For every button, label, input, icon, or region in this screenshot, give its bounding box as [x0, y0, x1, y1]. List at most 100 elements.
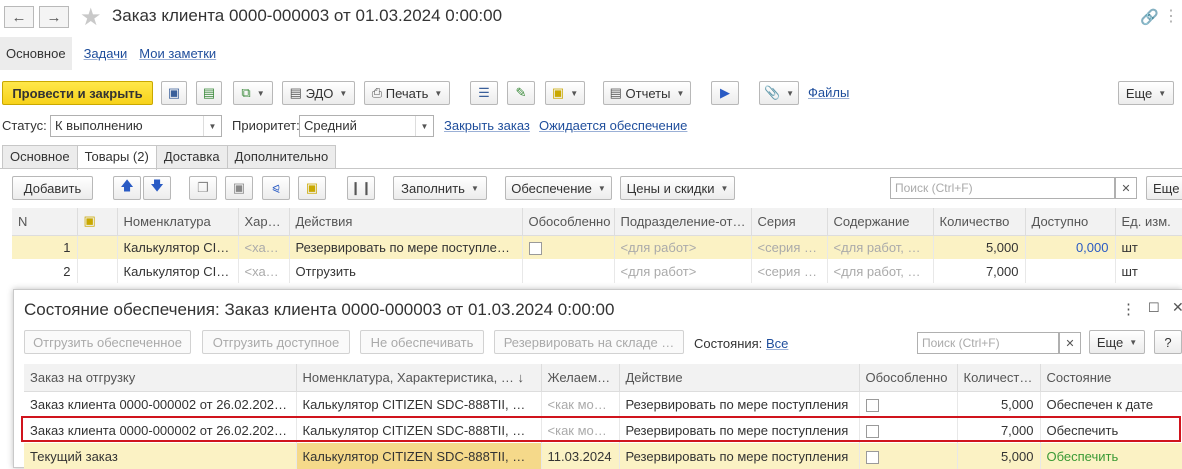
separate-checkbox[interactable] [865, 450, 879, 464]
clear-search-button[interactable]: ✕ [1115, 177, 1137, 199]
row-action[interactable]: Резервировать по мере поступления [619, 443, 860, 469]
send-button[interactable]: ▶ [711, 81, 739, 105]
col-qty[interactable]: Количество [933, 208, 1026, 236]
more-button[interactable]: Еще ▼ [1118, 81, 1174, 105]
row-item[interactable]: Калькулятор CITIZEN SDC-888TII, ш… [296, 443, 542, 469]
row-action[interactable]: Резервировать по мере поступления [289, 235, 523, 259]
forward-button[interactable]: → [39, 6, 69, 28]
col-order[interactable]: Заказ на отгрузку [24, 364, 297, 392]
row-action[interactable]: Отгрузить [289, 259, 523, 283]
col-n[interactable]: N [12, 208, 78, 236]
separate-checkbox[interactable] [865, 424, 879, 438]
tasks-button[interactable]: ▣ ▼ [545, 81, 585, 105]
row-unit[interactable]: шт [1115, 259, 1182, 283]
col-char[interactable]: Хар… [238, 208, 290, 236]
states-all-link[interactable]: Все [766, 336, 788, 351]
chevron-down-icon[interactable]: ▼ [203, 116, 221, 136]
structure-button[interactable]: ☰ [470, 81, 498, 105]
priority-select[interactable]: Средний ▼ [299, 115, 434, 137]
row-qty[interactable]: 7,000 [957, 417, 1041, 443]
col-item[interactable]: Номенклатура, Характеристика, … ↓ [296, 364, 542, 392]
more-vertical-icon[interactable]: ⋮ [1163, 6, 1179, 26]
col-icon[interactable]: ▣ [77, 208, 118, 236]
col-qty[interactable]: Количест… [957, 364, 1041, 392]
col-series[interactable]: Серия [751, 208, 828, 236]
row-date[interactable]: <как мо… [541, 391, 620, 417]
tab-main[interactable]: Основное [2, 145, 78, 169]
post-and-close-button[interactable]: Провести и закрыть [2, 81, 153, 105]
row-qty[interactable]: 7,000 [933, 259, 1026, 283]
no-supply-button[interactable]: Не обеспечивать [360, 330, 484, 354]
row-series[interactable]: <серия … [751, 235, 828, 259]
edo-button[interactable]: ▤ ЭДО ▼ [282, 81, 355, 105]
separate-checkbox[interactable] [528, 241, 542, 255]
clear-supply-search-button[interactable]: ✕ [1059, 332, 1081, 354]
move-down-button[interactable]: 🡇 [143, 176, 171, 200]
table-row[interactable]: Текущий заказ Калькулятор CITIZEN SDC-88… [24, 443, 1182, 469]
row-char[interactable]: <ха… [238, 235, 290, 259]
col-unit[interactable]: Ед. изм. [1115, 208, 1182, 236]
prices-discounts-button[interactable]: Цены и скидки ▼ [620, 176, 735, 200]
col-separate[interactable]: Обособленно [859, 364, 958, 392]
pick-button[interactable]: ▣ [298, 176, 326, 200]
row-item[interactable]: Калькулятор CI… [117, 259, 239, 283]
col-action[interactable]: Действие [619, 364, 860, 392]
row-state[interactable]: Обеспечить [1040, 417, 1182, 443]
split-button[interactable]: ⪨ [262, 176, 290, 200]
supply-button[interactable]: Обеспечение ▼ [505, 176, 612, 200]
row-state[interactable]: Обеспечить [1040, 443, 1182, 469]
col-date[interactable]: Желаем… [541, 364, 620, 392]
chevron-down-icon[interactable]: ▼ [415, 116, 433, 136]
ship-provided-button[interactable]: Отгрузить обеспеченное [24, 330, 191, 354]
col-item[interactable]: Номенклатура [117, 208, 239, 236]
row-content[interactable]: <для работ, … [827, 235, 934, 259]
row-date[interactable]: <как мо… [541, 417, 620, 443]
row-date[interactable]: 11.03.2024 [541, 443, 620, 469]
row-series[interactable]: <серия … [751, 259, 828, 283]
row-qty[interactable]: 5,000 [957, 443, 1041, 469]
attach-button[interactable]: 📎 ▼ [759, 81, 799, 105]
row-separate[interactable] [859, 443, 958, 469]
supply-status-link[interactable]: Ожидается обеспечение [539, 118, 687, 133]
row-separate[interactable] [859, 391, 958, 417]
tab-delivery[interactable]: Доставка [155, 145, 228, 169]
more-vertical-icon[interactable]: ⋮ [1121, 300, 1136, 318]
row-item[interactable]: Калькулятор CITIZEN SDC-888TII, ш… [296, 417, 542, 443]
edit-button[interactable]: ✎ [507, 81, 535, 105]
row-order[interactable]: Заказ клиента 0000-000002 от 26.02.2024… [24, 391, 297, 417]
row-separate[interactable] [522, 259, 615, 283]
reserve-warehouse-button[interactable]: Резервировать на складе … [494, 330, 684, 354]
link-icon[interactable]: 🔗 [1140, 8, 1159, 26]
close-icon[interactable]: ✕ [1172, 299, 1182, 316]
row-action[interactable]: Резервировать по мере поступления [619, 417, 860, 443]
row-separate[interactable] [859, 417, 958, 443]
back-button[interactable]: ← [4, 6, 34, 28]
row-action[interactable]: Резервировать по мере поступления [619, 391, 860, 417]
barcode-button[interactable]: ❙❙ [347, 176, 375, 200]
supply-more-button[interactable]: Еще ▼ [1089, 330, 1145, 354]
row-qty[interactable]: 5,000 [933, 235, 1026, 259]
help-button[interactable]: ? [1154, 330, 1182, 354]
row-state[interactable]: Обеспечен к дате [1040, 391, 1182, 417]
paste-button[interactable]: ▣ [225, 176, 253, 200]
row-order[interactable]: Заказ клиента 0000-000002 от 26.02.2024… [24, 417, 297, 443]
row-item[interactable]: Калькулятор CI… [117, 235, 239, 259]
table-row[interactable]: Заказ клиента 0000-000002 от 26.02.2024…… [24, 417, 1182, 443]
row-dept[interactable]: <для работ> [614, 235, 752, 259]
col-dept[interactable]: Подразделение-от… [614, 208, 752, 236]
status-select[interactable]: К выполнению ▼ [50, 115, 222, 137]
col-separate[interactable]: Обособленно [522, 208, 615, 236]
table-row[interactable]: 2 Калькулятор CI… <ха… Отгрузить <для ра… [12, 259, 1182, 283]
subnav-main[interactable]: Основное [0, 37, 72, 70]
tab-additional[interactable]: Дополнительно [226, 145, 337, 169]
files-link[interactable]: Файлы [808, 85, 849, 100]
star-icon[interactable]: ★ [80, 3, 102, 32]
supply-search-input[interactable]: Поиск (Ctrl+F) [917, 332, 1059, 354]
col-action[interactable]: Действия [289, 208, 523, 236]
row-separate[interactable] [522, 235, 615, 259]
row-dept[interactable]: <для работ> [614, 259, 752, 283]
row-qty[interactable]: 5,000 [957, 391, 1041, 417]
goods-search-input[interactable]: Поиск (Ctrl+F) [890, 177, 1115, 199]
move-up-button[interactable]: 🡅 [113, 176, 141, 200]
separate-checkbox[interactable] [865, 398, 879, 412]
